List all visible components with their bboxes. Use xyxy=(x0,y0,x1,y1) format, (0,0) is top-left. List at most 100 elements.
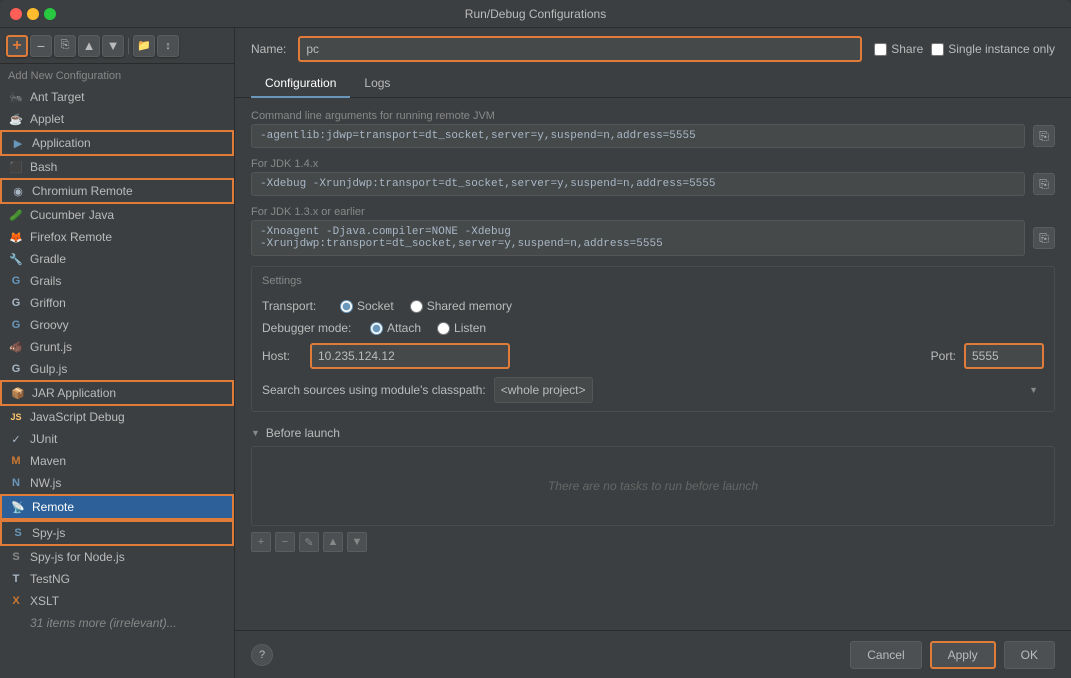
socket-radio-label: Socket xyxy=(340,299,394,313)
socket-label: Socket xyxy=(357,299,394,313)
transport-row: Transport: Socket Shared memory xyxy=(262,299,1044,313)
sidebar-item-gulp[interactable]: G Gulp.js xyxy=(0,358,234,380)
copy-configuration-button[interactable]: ⎘ xyxy=(54,35,76,57)
sidebar-item-spy-js[interactable]: S Spy-js xyxy=(0,520,234,546)
module-select[interactable]: <whole project> xyxy=(494,377,593,403)
ok-button[interactable]: OK xyxy=(1004,641,1055,669)
main-content: + − ⎘ ▲ ▼ 📁 ↕ Add New Configuration 🐜 An… xyxy=(0,28,1071,678)
sidebar-item-groovy[interactable]: G Groovy xyxy=(0,314,234,336)
sidebar-item-label: Spy-js xyxy=(32,526,65,540)
help-button[interactable]: ? xyxy=(251,644,273,666)
junit-icon: ✓ xyxy=(8,431,24,447)
host-input[interactable] xyxy=(310,343,510,369)
sidebar-item-label: NW.js xyxy=(30,476,61,490)
bash-icon: ⬛ xyxy=(8,159,24,175)
module-row: Search sources using module's classpath:… xyxy=(262,377,1044,403)
jdk13-row: -Xnoagent -Djava.compiler=NONE -Xdebug -… xyxy=(251,220,1055,256)
sidebar-item-griffon[interactable]: G Griffon xyxy=(0,292,234,314)
sidebar-item-ant-target[interactable]: 🐜 Ant Target xyxy=(0,86,234,108)
port-input[interactable] xyxy=(964,343,1044,369)
launch-tasks-area: There are no tasks to run before launch xyxy=(251,446,1055,526)
sidebar-item-label: Grunt.js xyxy=(30,340,72,354)
single-instance-checkbox[interactable] xyxy=(931,43,944,56)
jdk14-label: For JDK 1.4.x xyxy=(251,158,1055,170)
form-content: Command line arguments for running remot… xyxy=(235,98,1071,630)
minimize-button[interactable] xyxy=(27,8,39,20)
sidebar-item-application[interactable]: ▶ Application xyxy=(0,130,234,156)
sidebar-item-testng[interactable]: T TestNG xyxy=(0,568,234,590)
launch-move-down-button[interactable]: ▼ xyxy=(347,532,367,552)
remove-configuration-button[interactable]: − xyxy=(30,35,52,57)
folder-button[interactable]: 📁 xyxy=(133,35,155,57)
before-launch-section: ▼ Before launch There are no tasks to ru… xyxy=(251,426,1055,558)
cmd-section: Command line arguments for running remot… xyxy=(251,110,1055,148)
sidebar-item-junit[interactable]: ✓ JUnit xyxy=(0,428,234,450)
jdk13-copy-button[interactable]: ⎘ xyxy=(1033,227,1055,249)
transport-radio-group: Socket Shared memory xyxy=(340,299,512,313)
add-configuration-button[interactable]: + xyxy=(6,35,28,57)
sidebar-item-label: Application xyxy=(32,136,91,150)
groovy-icon: G xyxy=(8,317,24,333)
debugger-mode-radio-group: Attach Listen xyxy=(370,321,486,335)
toolbar-divider xyxy=(128,38,129,54)
main-panel: Name: Share Single instance only Configu… xyxy=(235,28,1071,678)
launch-add-button[interactable]: + xyxy=(251,532,271,552)
sidebar-item-chromium-remote[interactable]: ◉ Chromium Remote xyxy=(0,178,234,204)
sidebar-item-more[interactable]: 31 items more (irrelevant)... xyxy=(0,612,234,634)
sidebar-item-firefox[interactable]: 🦊 Firefox Remote xyxy=(0,226,234,248)
name-input[interactable] xyxy=(298,36,862,62)
close-button[interactable] xyxy=(10,8,22,20)
apply-button[interactable]: Apply xyxy=(930,641,996,669)
sidebar-item-jar[interactable]: 📦 JAR Application xyxy=(0,380,234,406)
run-debug-configurations-window: Run/Debug Configurations + − ⎘ ▲ ▼ 📁 ↕ A… xyxy=(0,0,1071,678)
sidebar-item-label: Grails xyxy=(30,274,61,288)
sidebar-item-nw[interactable]: N NW.js xyxy=(0,472,234,494)
launch-edit-button[interactable]: ✎ xyxy=(299,532,319,552)
sidebar-item-grunt[interactable]: 🐗 Grunt.js xyxy=(0,336,234,358)
before-launch-header[interactable]: ▼ Before launch xyxy=(251,426,1055,440)
sidebar-item-gradle[interactable]: 🔧 Gradle xyxy=(0,248,234,270)
sidebar-item-spy-node[interactable]: S Spy-js for Node.js xyxy=(0,546,234,568)
sidebar-item-cucumber[interactable]: 🥒 Cucumber Java xyxy=(0,204,234,226)
sort-button[interactable]: ↕ xyxy=(157,35,179,57)
tab-configuration[interactable]: Configuration xyxy=(251,70,350,98)
testng-icon: T xyxy=(8,571,24,587)
application-icon: ▶ xyxy=(10,135,26,151)
remote-icon: 📡 xyxy=(10,499,26,515)
sidebar-item-xslt[interactable]: X XSLT xyxy=(0,590,234,612)
cancel-button[interactable]: Cancel xyxy=(850,641,921,669)
tab-logs[interactable]: Logs xyxy=(350,70,404,98)
launch-remove-button[interactable]: − xyxy=(275,532,295,552)
sidebar-item-js-debug[interactable]: JS JavaScript Debug xyxy=(0,406,234,428)
sidebar-item-applet[interactable]: ☕ Applet xyxy=(0,108,234,130)
settings-label: Settings xyxy=(262,275,1044,287)
sidebar-item-label: Gradle xyxy=(30,252,66,266)
share-checkbox[interactable] xyxy=(874,43,887,56)
maximize-button[interactable] xyxy=(44,8,56,20)
share-checkbox-group: Share xyxy=(874,42,923,56)
sidebar-item-maven[interactable]: M Maven xyxy=(0,450,234,472)
sidebar-item-bash[interactable]: ⬛ Bash xyxy=(0,156,234,178)
griffon-icon: G xyxy=(8,295,24,311)
move-up-button[interactable]: ▲ xyxy=(78,35,100,57)
sidebar-item-remote[interactable]: 📡 Remote xyxy=(0,494,234,520)
attach-radio[interactable] xyxy=(370,322,383,335)
sidebar-item-grails[interactable]: G Grails xyxy=(0,270,234,292)
add-new-header: Add New Configuration xyxy=(0,66,234,86)
move-down-button[interactable]: ▼ xyxy=(102,35,124,57)
shared-memory-label: Shared memory xyxy=(427,299,512,313)
shared-memory-radio[interactable] xyxy=(410,300,423,313)
jdk14-copy-button[interactable]: ⎘ xyxy=(1033,173,1055,195)
spy-js-icon: S xyxy=(10,525,26,541)
collapse-triangle-icon: ▼ xyxy=(251,428,260,438)
titlebar: Run/Debug Configurations xyxy=(0,0,1071,28)
launch-move-up-button[interactable]: ▲ xyxy=(323,532,343,552)
transport-label: Transport: xyxy=(262,299,332,313)
launch-toolbar: + − ✎ ▲ ▼ xyxy=(251,526,1055,558)
cmd-copy-button[interactable]: ⎘ xyxy=(1033,125,1055,147)
sidebar-item-label: Applet xyxy=(30,112,64,126)
chromium-icon: ◉ xyxy=(10,183,26,199)
listen-radio[interactable] xyxy=(437,322,450,335)
attach-label: Attach xyxy=(387,321,421,335)
socket-radio[interactable] xyxy=(340,300,353,313)
